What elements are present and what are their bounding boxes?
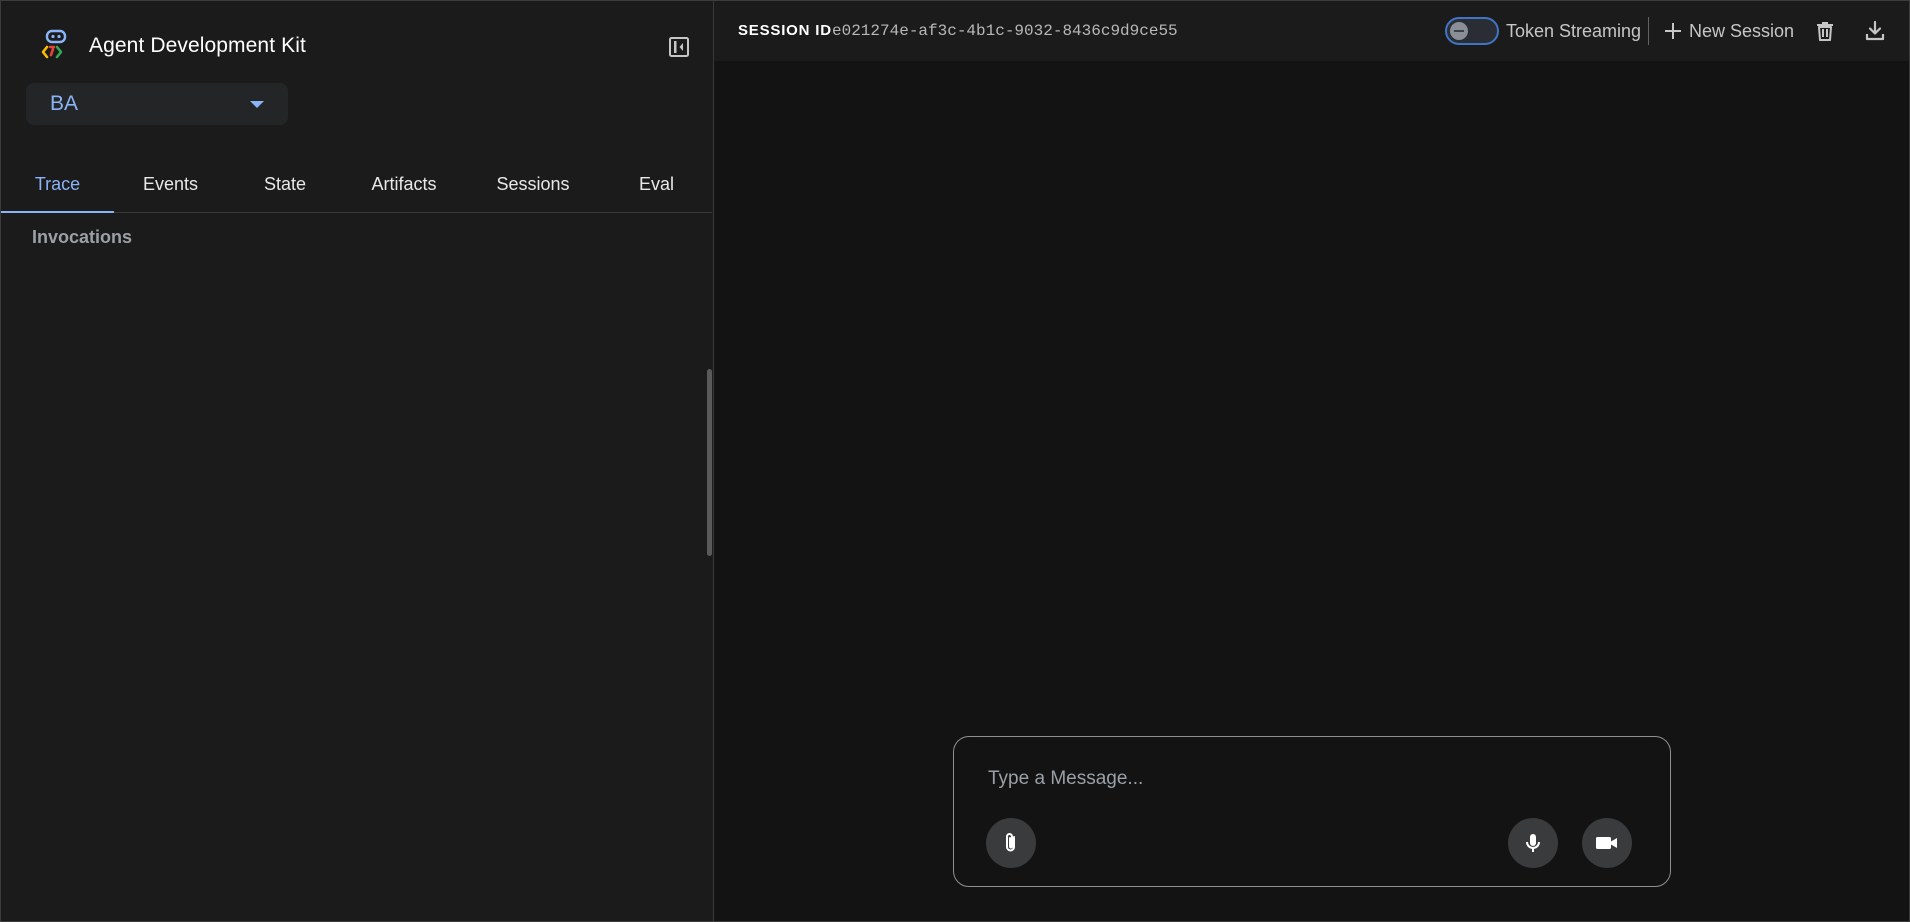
new-session-label: New Session (1689, 20, 1795, 41)
collapse-sidebar-button[interactable] (663, 33, 695, 61)
invocations-heading: Invocations (32, 227, 133, 247)
message-input[interactable] (986, 763, 1630, 795)
toggle-knob (1450, 22, 1468, 40)
session-id-value: e021274e-af3c-4b1c-9032-8436c9d9ce55 (832, 22, 1178, 40)
app-title: Agent Development Kit (89, 34, 306, 57)
agent-select-value: BA (50, 92, 79, 115)
video-button[interactable] (1582, 818, 1632, 868)
token-streaming-label: Token Streaming (1506, 21, 1642, 41)
main-panel: SESSION ID e021274e-af3c-4b1c-9032-8436c… (714, 1, 1909, 921)
toolbar-divider (1648, 17, 1649, 45)
new-session-button[interactable]: New Session (1663, 17, 1794, 45)
brand: Agent Development Kit (39, 29, 306, 63)
delete-session-button[interactable] (1809, 15, 1841, 47)
tab-state[interactable]: State (227, 156, 343, 212)
adk-logo-icon (41, 29, 67, 59)
trash-icon (1817, 22, 1833, 41)
tab-artifacts[interactable]: Artifacts (343, 156, 465, 212)
microphone-button[interactable] (1508, 818, 1558, 868)
paperclip-icon (1006, 833, 1015, 852)
tab-eval[interactable]: Eval (601, 156, 712, 212)
tab-trace[interactable]: Trace (1, 156, 114, 213)
plus-icon (1665, 23, 1681, 39)
download-icon (1865, 20, 1885, 41)
arrow-drop-down-icon (250, 101, 264, 108)
session-toolbar: SESSION ID e021274e-af3c-4b1c-9032-8436c… (714, 1, 1909, 61)
attach-file-button[interactable] (986, 818, 1036, 868)
agent-select[interactable]: BA (26, 83, 288, 125)
sidebar: Agent Development Kit BA Trace Events St… (1, 1, 714, 921)
download-session-button[interactable] (1859, 15, 1891, 47)
sidebar-tabs: Trace Events State Artifacts Sessions Ev… (1, 156, 712, 213)
session-id-label: SESSION ID (738, 22, 832, 39)
tab-events[interactable]: Events (114, 156, 227, 212)
microphone-icon (1526, 834, 1540, 852)
videocam-icon (1596, 837, 1617, 849)
message-composer (953, 736, 1671, 887)
token-streaming-toggle[interactable] (1445, 17, 1499, 45)
sidebar-scrollbar[interactable] (707, 369, 712, 556)
app-window: Agent Development Kit BA Trace Events St… (0, 0, 1910, 922)
tab-sessions[interactable]: Sessions (465, 156, 601, 212)
dock-left-icon (669, 37, 689, 57)
